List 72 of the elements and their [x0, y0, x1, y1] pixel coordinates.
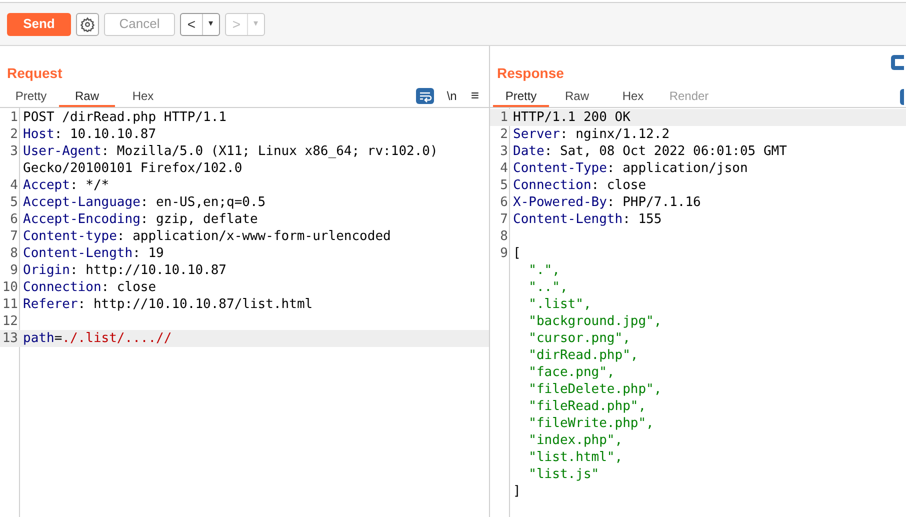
code-line: Origin: http://10.10.10.87: [22, 262, 227, 279]
line-number: 8: [9, 245, 19, 262]
pane-title: Request: [6, 64, 64, 83]
code-line: "fileWrite.php",: [528, 415, 654, 432]
code-line: "face.png",: [528, 364, 615, 381]
view-tab[interactable]: Pretty: [3, 87, 59, 107]
line-number: 1: [9, 109, 19, 126]
code-line: Content-type: application/x-www-form-urlencoded: [22, 228, 391, 245]
view-tab[interactable]: Hex: [115, 87, 171, 107]
line-number: 3: [499, 143, 509, 160]
line-number: 4: [9, 177, 19, 194]
code-line: "index.php",: [528, 432, 623, 449]
code-line: "cursor.png",: [528, 330, 630, 347]
line-number: 8: [499, 228, 509, 245]
newline-toggle[interactable]: \n: [446, 87, 457, 105]
line-number: 5: [499, 177, 509, 194]
code-line: Date: Sat, 08 Oct 2022 06:01:05 GMT: [512, 143, 787, 160]
line-number: 4: [499, 160, 509, 177]
line-number: 2: [9, 126, 19, 143]
code-line: "background.jpg",: [528, 313, 662, 330]
code-line: "fileRead.php",: [528, 398, 646, 415]
settings-icon: [80, 16, 95, 32]
code-line: Accept: */*: [22, 177, 110, 194]
line-number: 6: [499, 194, 509, 211]
code-line: "list.html",: [528, 449, 623, 466]
line-number: 6: [9, 211, 19, 228]
line-number: 1: [499, 109, 509, 126]
line-number: 10: [1, 279, 19, 296]
line-number: 11: [1, 296, 19, 313]
code-line: ]: [512, 483, 521, 500]
menu-button[interactable]: ≡: [470, 85, 479, 106]
code-line: Accept-Encoding: gzip, deflate: [22, 211, 258, 228]
code-line: User-Agent: Mozilla/5.0 (X11; Linux x86_64; rv:102.0): [22, 143, 438, 160]
pane-title: Response: [496, 64, 565, 83]
back-button[interactable]: < ▾: [180, 12, 220, 36]
word-wrap-icon[interactable]: [416, 88, 434, 104]
code-line: path=./.list/....//: [22, 330, 172, 347]
line-number: 7: [499, 211, 509, 228]
code-line: [: [512, 245, 521, 262]
panel-icon[interactable]: [900, 89, 904, 105]
settings-button[interactable]: [76, 12, 99, 36]
line-number: 3: [9, 143, 19, 160]
code-line: Server: nginx/1.12.2: [512, 126, 670, 143]
view-tab[interactable]: Hex: [605, 87, 661, 107]
line-number: 5: [9, 194, 19, 211]
line-number: 9: [499, 245, 509, 262]
code-line: ".",: [528, 262, 560, 279]
code-line: Connection: close: [512, 177, 646, 194]
line-number: 7: [9, 228, 19, 245]
code-line: "..",: [528, 279, 568, 296]
code-line: Content-Length: 19: [22, 245, 164, 262]
code-line: "fileDelete.php",: [528, 381, 662, 398]
code-line: POST /dirRead.php HTTP/1.1: [22, 109, 226, 126]
code-line: Referer: http://10.10.10.87/list.html: [22, 296, 313, 313]
view-tab[interactable]: Raw: [549, 87, 605, 107]
code-line: ".list",: [528, 296, 592, 313]
line-number: 2: [499, 126, 509, 143]
code-line: Gecko/20100101 Firefox/102.0: [22, 160, 242, 177]
code-line: "dirRead.php",: [528, 347, 638, 364]
layout-icon[interactable]: [891, 55, 904, 70]
code-line: HTTP/1.1 200 OK: [512, 109, 630, 126]
code-line: Connection: close: [22, 279, 156, 296]
code-line: Accept-Language: en-US,en;q=0.5: [22, 194, 266, 211]
code-line: Content-Length: 155: [512, 211, 662, 228]
code-line: Host: 10.10.10.87: [22, 126, 156, 143]
line-number: 13: [1, 330, 19, 347]
line-number: 12: [1, 313, 19, 330]
line-number: 9: [9, 262, 19, 279]
code-line: "list.js": [528, 466, 600, 483]
code-line: Content-Type: application/json: [512, 160, 748, 177]
view-tab[interactable]: Raw: [59, 87, 115, 107]
code-line: X-Powered-By: PHP/7.1.16: [512, 194, 701, 211]
